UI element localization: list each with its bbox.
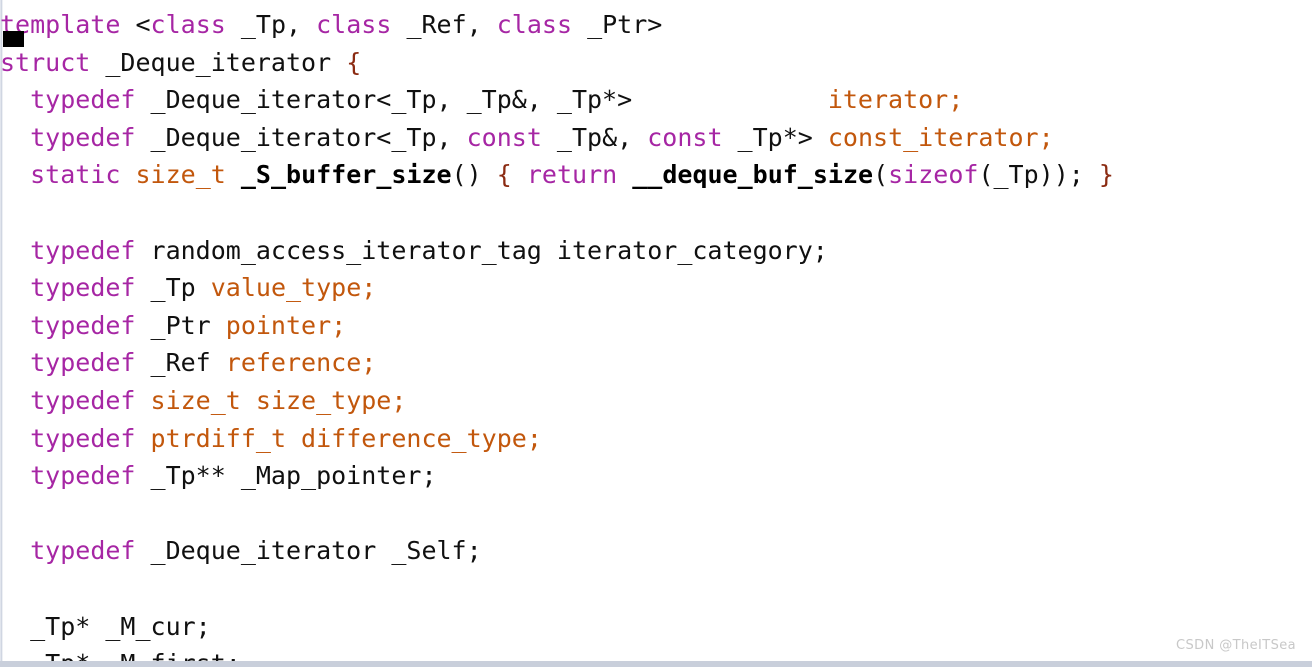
code-content[interactable]: template <class _Tp, class _Ref, class _… bbox=[0, 0, 1114, 667]
code-token: _Tp bbox=[135, 273, 211, 303]
code-token: _Deque_iterator<_Tp, _Tp&, _Tp*> bbox=[135, 85, 828, 115]
code-line: typedef _Tp** _Map_pointer; bbox=[0, 457, 1114, 495]
code-token: const_iterator bbox=[827, 122, 1039, 152]
code-token: _Ptr bbox=[135, 310, 226, 340]
code-token: _Tp* _M_cur; bbox=[0, 611, 211, 641]
watermark-label: CSDN @TheITSea bbox=[1176, 638, 1296, 653]
code-line: typedef _Deque_iterator<_Tp, _Tp&, _Tp*>… bbox=[0, 81, 1114, 119]
code-line: _Tp* _M_cur; bbox=[0, 608, 1114, 646]
code-token: ; bbox=[1038, 122, 1054, 152]
code-line: typedef _Ref reference; bbox=[0, 344, 1114, 382]
code-token: _Tp, bbox=[225, 10, 317, 39]
code-token: _Tp&, bbox=[541, 122, 648, 152]
code-line: typedef size_t size_type; bbox=[0, 382, 1114, 420]
code-token: size_t bbox=[135, 160, 226, 190]
code-line: typedef _Ptr pointer; bbox=[0, 307, 1114, 345]
code-token: static bbox=[30, 160, 121, 190]
code-token: pointer bbox=[225, 310, 332, 340]
code-token: } bbox=[1098, 160, 1114, 190]
code-token: { bbox=[496, 160, 512, 190]
code-token: ( bbox=[873, 160, 889, 190]
code-token: return bbox=[526, 160, 618, 190]
code-token: typedef bbox=[30, 85, 136, 115]
code-token: ; bbox=[361, 348, 377, 378]
code-token: (_Tp)); bbox=[978, 160, 1099, 190]
code-line: template <class _Tp, class _Ref, class _… bbox=[0, 6, 1114, 44]
code-token: typedef bbox=[30, 423, 136, 453]
code-token: { bbox=[346, 47, 362, 77]
code-token: ; bbox=[391, 385, 407, 415]
code-token: reference bbox=[225, 348, 362, 378]
code-token: typedef bbox=[30, 348, 136, 378]
code-token: class bbox=[150, 10, 226, 39]
code-line: struct _Deque_iterator { bbox=[0, 44, 1114, 82]
code-token: ; bbox=[331, 310, 347, 340]
code-token: const bbox=[647, 122, 723, 152]
code-token: typedef bbox=[30, 461, 136, 491]
code-token: typedef bbox=[30, 235, 136, 265]
code-token: () bbox=[451, 160, 497, 190]
code-line: static size_t _S_buffer_size() { return … bbox=[0, 156, 1114, 194]
code-token: _Ptr> bbox=[572, 10, 663, 39]
code-token: ; bbox=[361, 273, 377, 303]
code-token: random_access_iterator_tag iterator_cate… bbox=[135, 235, 828, 265]
code-line: typedef _Deque_iterator<_Tp, const _Tp&,… bbox=[0, 119, 1114, 157]
code-token: class bbox=[496, 10, 573, 39]
code-token: ; bbox=[948, 85, 964, 115]
code-token: _S_buffer_size bbox=[240, 160, 452, 190]
code-token: _Deque_iterator bbox=[90, 47, 347, 77]
code-token: _Ref bbox=[135, 348, 226, 378]
code-token: typedef bbox=[30, 122, 136, 152]
code-token: typedef bbox=[30, 310, 136, 340]
code-token: ; bbox=[526, 423, 542, 453]
code-token: __deque_buf_size bbox=[632, 160, 874, 190]
code-token: < bbox=[135, 10, 151, 39]
code-editor[interactable]: template <class _Tp, class _Ref, class _… bbox=[0, 0, 1312, 667]
code-token: struct bbox=[0, 47, 91, 77]
code-token: size_t size_type bbox=[150, 385, 392, 415]
code-token: class bbox=[316, 10, 392, 39]
code-token: ptrdiff_t difference_type bbox=[150, 423, 527, 453]
text-cursor bbox=[3, 31, 24, 47]
code-token: sizeof bbox=[888, 160, 979, 190]
code-line: typedef ptrdiff_t difference_type; bbox=[0, 420, 1114, 458]
code-token: _Deque_iterator<_Tp, bbox=[135, 122, 467, 152]
code-token: _Tp*> bbox=[722, 122, 828, 152]
code-line: typedef random_access_iterator_tag itera… bbox=[0, 232, 1114, 270]
code-line: typedef _Deque_iterator _Self; bbox=[0, 532, 1114, 570]
code-token: _Ref, bbox=[391, 10, 497, 39]
code-token: _Tp** _Map_pointer; bbox=[135, 461, 437, 491]
code-token: iterator bbox=[827, 85, 949, 115]
code-line: typedef _Tp value_type; bbox=[0, 269, 1114, 307]
code-token: typedef bbox=[30, 536, 136, 566]
code-token: typedef bbox=[30, 385, 136, 415]
code-token: typedef bbox=[30, 273, 136, 303]
code-token: _Deque_iterator _Self; bbox=[135, 536, 482, 566]
bottom-edge-bar bbox=[0, 661, 1312, 667]
code-token: const bbox=[466, 122, 542, 152]
code-token: value_type bbox=[210, 273, 362, 303]
